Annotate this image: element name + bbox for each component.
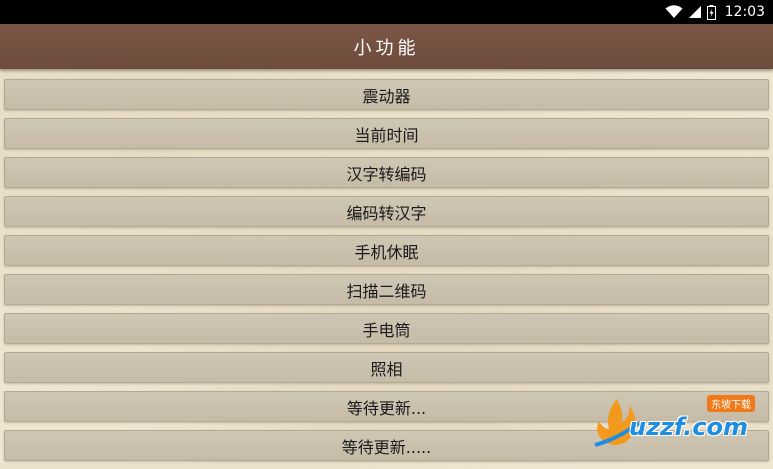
battery-icon [706,4,716,20]
menu-item-label: 照相 [370,359,403,379]
status-bar: 12:03 [0,0,773,24]
phone-sleep-button[interactable]: 手机休眠 [4,235,769,266]
status-icons: 12:03 [665,0,765,24]
chinese-to-code-button[interactable]: 汉字转编码 [4,157,769,188]
feature-menu: 震动器 当前时间 汉字转编码 编码转汉字 手机休眠 扫描二维码 手电筒 照相 等… [4,79,769,469]
menu-item-label: 等待更新..... [341,437,432,457]
title-bar: 小功能 [0,24,773,69]
menu-item-label: 当前时间 [354,125,419,145]
menu-item-label: 手电筒 [362,320,411,340]
menu-item-label: 等待更新... [346,398,427,418]
current-time-button[interactable]: 当前时间 [4,118,769,149]
flashlight-button[interactable]: 手电筒 [4,313,769,344]
wifi-icon [665,5,683,19]
camera-button[interactable]: 照相 [4,352,769,383]
menu-item-label: 扫描二维码 [346,281,427,301]
page-title: 小功能 [353,37,420,59]
scan-qr-code-button[interactable]: 扫描二维码 [4,274,769,305]
menu-item-label: 震动器 [362,86,411,106]
pending-update-button-1[interactable]: 等待更新... [4,391,769,422]
vibrator-button[interactable]: 震动器 [4,79,769,110]
menu-item-label: 编码转汉字 [346,203,427,223]
status-time: 12:03 [724,4,765,20]
pending-update-button-2[interactable]: 等待更新..... [4,430,769,461]
code-to-chinese-button[interactable]: 编码转汉字 [4,196,769,227]
cell-signal-icon [688,5,702,19]
menu-item-label: 汉字转编码 [346,164,427,184]
menu-item-label: 手机休眠 [354,242,419,262]
